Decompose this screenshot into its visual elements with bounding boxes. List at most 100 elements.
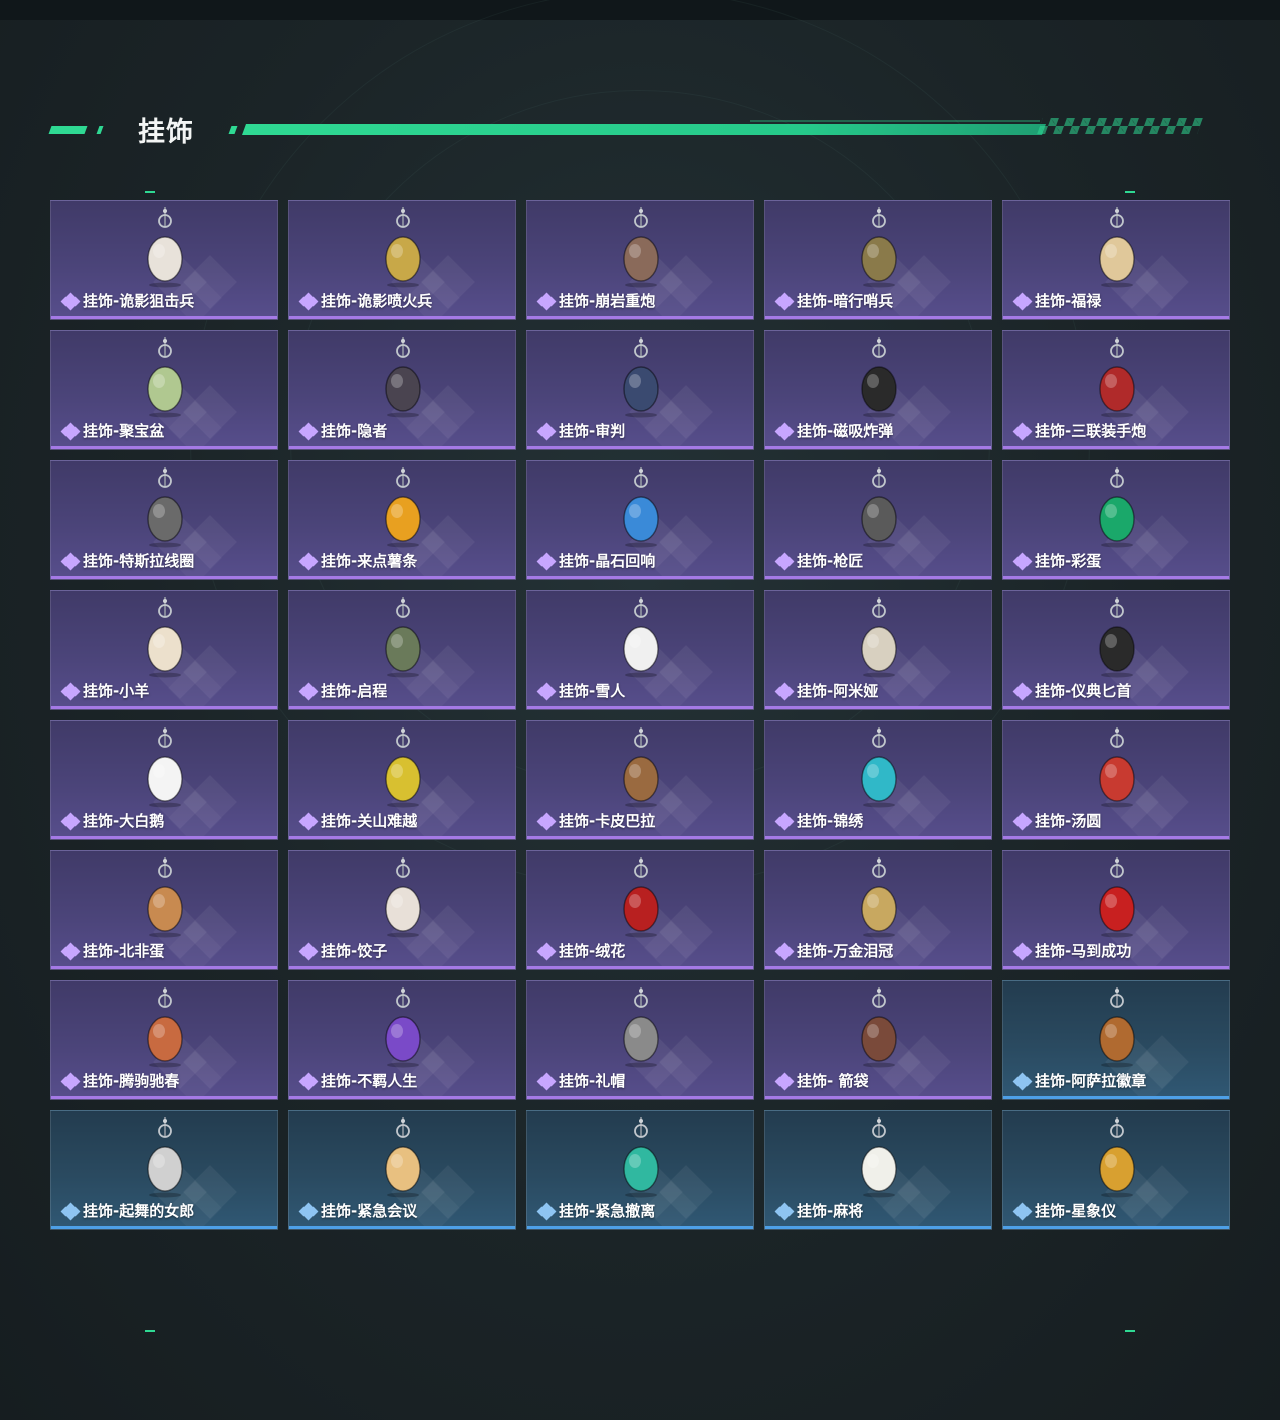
charm-label: 挂饰-不羁人生 — [321, 1072, 418, 1090]
rarity-bar — [51, 446, 277, 449]
lucky-horse-charm-icon — [1099, 857, 1135, 938]
charm-card[interactable]: 挂饰-绒花 — [526, 850, 754, 970]
charm-card[interactable]: 挂饰-腾驹驰春 — [50, 980, 278, 1100]
velvet-flower-charm-icon — [623, 857, 659, 938]
charm-label: 挂饰-三联装手炮 — [1035, 422, 1147, 440]
charm-card[interactable]: 挂饰-紧急会议 — [288, 1110, 516, 1230]
white-goose-charm-icon — [147, 727, 183, 808]
charm-card[interactable]: 挂饰-紧急撤离 — [526, 1110, 754, 1230]
charm-card[interactable]: 挂饰-大白鹅 — [50, 720, 278, 840]
charm-card[interactable]: 挂饰-汤圆 — [1002, 720, 1230, 840]
rarity-purple-icon — [536, 292, 557, 311]
rarity-purple-icon — [298, 422, 319, 441]
rarity-purple-icon — [60, 682, 81, 701]
charm-card[interactable]: 挂饰-聚宝盆 — [50, 330, 278, 450]
ghost-flamethrower-charm-icon — [385, 207, 421, 288]
rarity-purple-icon — [774, 292, 795, 311]
charm-card[interactable]: 挂饰- 箭袋 — [764, 980, 992, 1100]
charm-card[interactable]: 挂饰-万金泪冠 — [764, 850, 992, 970]
charm-card[interactable]: 挂饰-小羊 — [50, 590, 278, 710]
corner-tick — [145, 1330, 155, 1332]
charm-card[interactable]: 挂饰-磁吸炸弹 — [764, 330, 992, 450]
charm-card[interactable]: 挂饰-锦绣 — [764, 720, 992, 840]
charm-card[interactable]: 挂饰-关山难越 — [288, 720, 516, 840]
charm-card[interactable]: 挂饰-麻将 — [764, 1110, 992, 1230]
rarity-purple-icon — [1012, 552, 1033, 571]
charm-label: 挂饰-仪典匕首 — [1035, 682, 1132, 700]
charm-card[interactable]: 挂饰-诡影狙击兵 — [50, 200, 278, 320]
charm-card[interactable]: 挂饰-枪匠 — [764, 460, 992, 580]
rarity-bar — [289, 1096, 515, 1099]
charm-card[interactable]: 挂饰-马到成功 — [1002, 850, 1230, 970]
charm-card[interactable]: 挂饰-诡影喷火兵 — [288, 200, 516, 320]
charm-card[interactable]: 挂饰-阿米娅 — [764, 590, 992, 710]
rarity-blue-icon — [298, 1202, 319, 1221]
header-accent-bar — [48, 126, 88, 134]
fedora-charm-icon — [623, 987, 659, 1068]
charm-card[interactable]: 挂饰-礼帽 — [526, 980, 754, 1100]
charm-card[interactable]: 挂饰-北非蛋 — [50, 850, 278, 970]
rarity-purple-icon — [774, 942, 795, 961]
charm-label: 挂饰-枪匠 — [797, 552, 864, 570]
charm-label: 挂饰-麻将 — [797, 1202, 864, 1220]
charm-card[interactable]: 挂饰-彩蛋 — [1002, 460, 1230, 580]
sneaker-charm-icon — [385, 987, 421, 1068]
charm-card[interactable]: 挂饰-晶石回响 — [526, 460, 754, 580]
charm-label: 挂饰-万金泪冠 — [797, 942, 894, 960]
rarity-purple-icon — [536, 1072, 557, 1091]
rarity-bar — [51, 1096, 277, 1099]
easter-egg-charm-icon — [1099, 467, 1135, 548]
charm-card[interactable]: 挂饰-起舞的女郎 — [50, 1110, 278, 1230]
rarity-bar — [289, 576, 515, 579]
charm-card[interactable]: 挂饰-星象仪 — [1002, 1110, 1230, 1230]
rarity-bar — [765, 706, 991, 709]
charm-card[interactable]: 挂饰-暗行哨兵 — [764, 200, 992, 320]
gold-bar-charm-icon — [385, 727, 421, 808]
header-accent-line — [241, 124, 1047, 135]
charm-label: 挂饰-审判 — [559, 422, 626, 440]
charm-card[interactable]: 挂饰-饺子 — [288, 850, 516, 970]
header-checker-pattern — [1037, 118, 1203, 134]
charm-card[interactable]: 挂饰-启程 — [288, 590, 516, 710]
rarity-purple-icon — [774, 552, 795, 571]
charm-card[interactable]: 挂饰-特斯拉线圈 — [50, 460, 278, 580]
charm-label: 挂饰-起舞的女郎 — [83, 1202, 195, 1220]
rarity-purple-icon — [1012, 682, 1033, 701]
rarity-purple-icon — [60, 552, 81, 571]
charm-label: 挂饰-特斯拉线圈 — [83, 552, 195, 570]
charm-card[interactable]: 挂饰-卡皮巴拉 — [526, 720, 754, 840]
charm-label: 挂饰-诡影狙击兵 — [83, 292, 195, 310]
carriage-charm-icon — [147, 987, 183, 1068]
rarity-purple-icon — [298, 812, 319, 831]
charm-card[interactable]: 挂饰-隐者 — [288, 330, 516, 450]
charm-card[interactable]: 挂饰-崩岩重炮 — [526, 200, 754, 320]
rarity-purple-icon — [1012, 812, 1033, 831]
rarity-bar — [1003, 446, 1229, 449]
rarity-purple-icon — [774, 422, 795, 441]
rarity-blue-icon — [60, 1202, 81, 1221]
amiya-charm-icon — [861, 597, 897, 678]
tesla-coil-charm-icon — [147, 467, 183, 548]
charm-card[interactable]: 挂饰-雪人 — [526, 590, 754, 710]
charm-card[interactable]: 挂饰-不羁人生 — [288, 980, 516, 1100]
charm-card[interactable]: 挂饰-阿萨拉徽章 — [1002, 980, 1230, 1100]
rarity-purple-icon — [774, 682, 795, 701]
charm-label: 挂饰-关山难越 — [321, 812, 418, 830]
departure-medal-charm-icon — [385, 597, 421, 678]
charm-card[interactable]: 挂饰-审判 — [526, 330, 754, 450]
rarity-bar — [51, 576, 277, 579]
charm-grid: 挂饰-诡影狙击兵 挂饰-诡影喷火兵 挂饰-崩岩重炮 挂饰-暗行哨兵 挂饰-福禄挂饰-聚宝… — [50, 200, 1230, 1230]
burger-crown-charm-icon — [861, 857, 897, 938]
charm-card[interactable]: 挂饰-福禄 — [1002, 200, 1230, 320]
charm-card[interactable]: 挂饰-仪典匕首 — [1002, 590, 1230, 710]
charm-card[interactable]: 挂饰-三联装手炮 — [1002, 330, 1230, 450]
charm-label: 挂饰-聚宝盆 — [83, 422, 165, 440]
triple-hand-cannon-charm-icon — [1099, 337, 1135, 418]
charm-label: 挂饰-小羊 — [83, 682, 150, 700]
rarity-blue-icon — [1012, 1072, 1033, 1091]
charm-card[interactable]: 挂饰-来点薯条 — [288, 460, 516, 580]
rock-cannon-charm-icon — [623, 207, 659, 288]
rarity-bar — [1003, 1096, 1229, 1099]
charm-label: 挂饰-饺子 — [321, 942, 388, 960]
charm-label: 挂饰-晶石回响 — [559, 552, 656, 570]
